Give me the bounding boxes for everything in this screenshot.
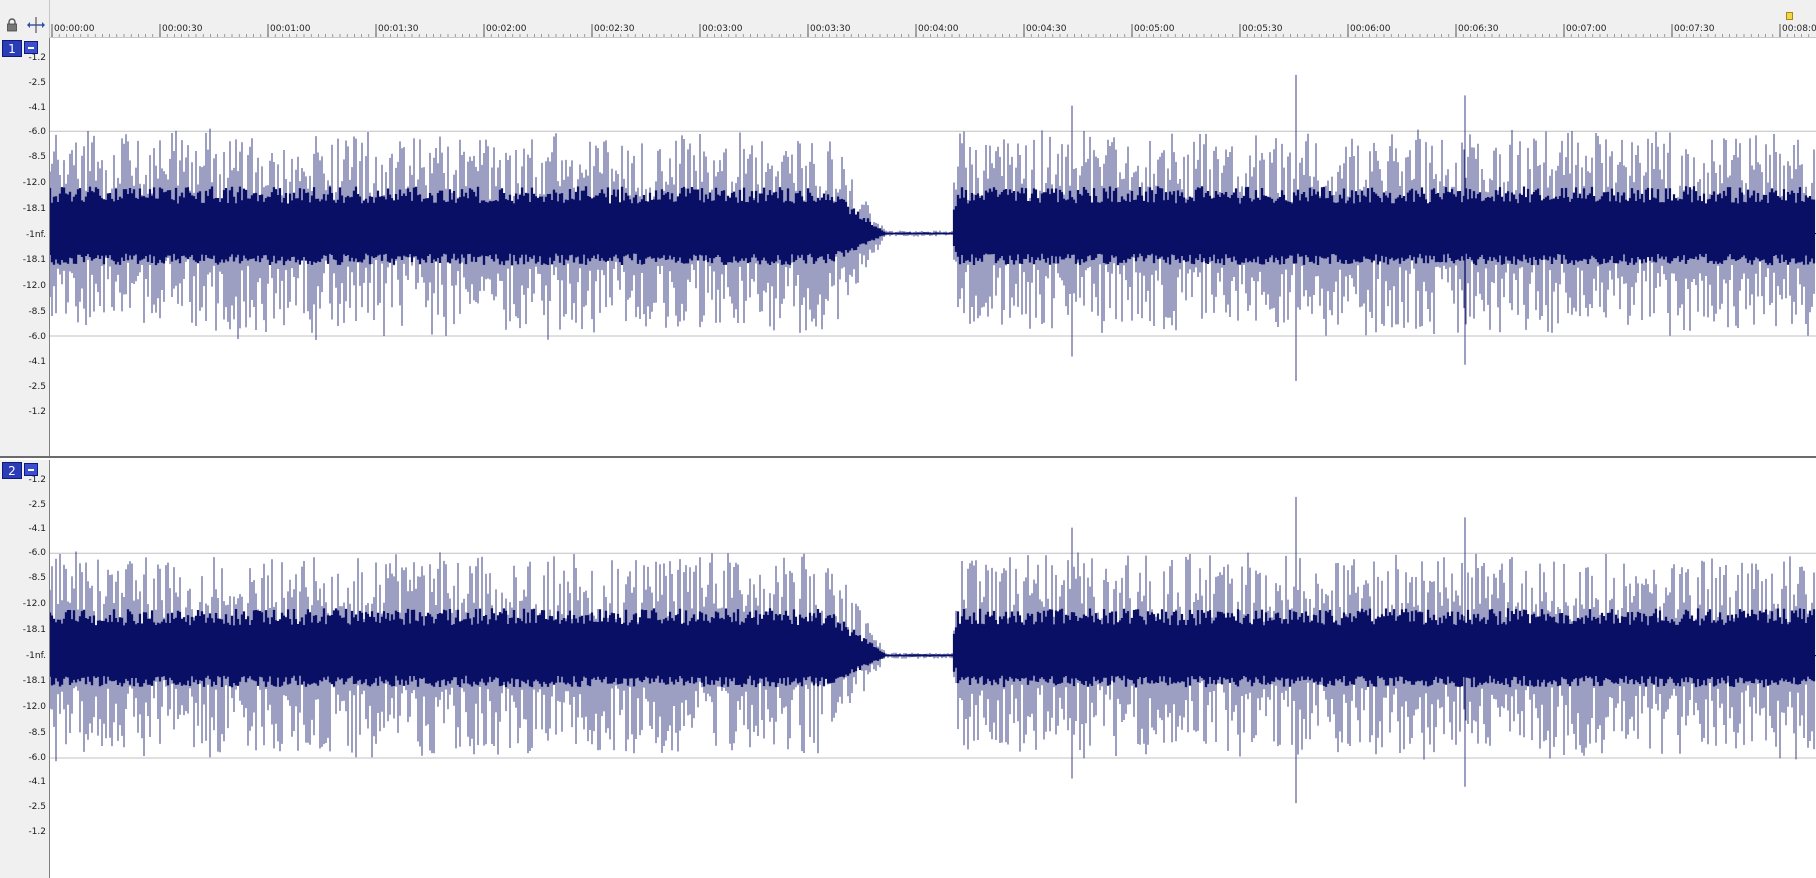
db-scale-label: -12.0 bbox=[22, 177, 46, 188]
channel-2-waveform bbox=[50, 496, 1816, 804]
ruler-time-label: 00:03:30 bbox=[810, 24, 851, 34]
db-scale-label: -2.5 bbox=[28, 78, 46, 89]
db-scale-label: -8.5 bbox=[28, 573, 46, 584]
db-scale-label: -6.0 bbox=[28, 126, 46, 137]
ruler-time-label: 00:04:30 bbox=[1026, 24, 1067, 34]
ruler-time-label: 00:05:30 bbox=[1242, 24, 1283, 34]
lock-icon[interactable] bbox=[6, 18, 18, 32]
db-scale-label: -18.1 bbox=[22, 255, 46, 266]
ruler-time-label: 00:00:30 bbox=[162, 24, 203, 34]
channel-2: 2 -1.2 -2.5 -4.1 -6.0 -8.5 -12.0 -18.1 -1nf. -18… bbox=[0, 460, 1816, 878]
db-scale-label: -12.0 bbox=[22, 599, 46, 610]
ruler-time-label: 00:04:00 bbox=[918, 24, 959, 34]
ruler-time-label: 00:07:00 bbox=[1566, 24, 1607, 34]
channel-2-gutter: 2 -1.2 -2.5 -4.1 -6.0 -8.5 -12.0 -18.1 -1nf. -18… bbox=[0, 460, 50, 878]
db-scale-label: -6.0 bbox=[28, 332, 46, 343]
db-scale-label: -8.5 bbox=[28, 727, 46, 738]
snap-to-grid-icon[interactable] bbox=[26, 15, 46, 35]
db-scale-label: -12.0 bbox=[22, 702, 46, 713]
timeline-ruler[interactable]: 00:00:00 00:00:30 00:01:00 00:01:30 00:02:00… bbox=[0, 0, 1816, 38]
channel-2-waveform-area[interactable] bbox=[50, 460, 1816, 878]
db-scale-label: -1.2 bbox=[28, 827, 46, 838]
ruler-time-label: 00:02:00 bbox=[486, 24, 527, 34]
db-scale-label: -8.5 bbox=[28, 151, 46, 162]
channel-1-gutter: 1 -1.2 -2.5 -4.1 -6.0 -8.5 -12.0 -18.1 -1nf. -18… bbox=[0, 38, 50, 456]
db-scale-label: -1.2 bbox=[28, 406, 46, 417]
db-scale-label: -4.1 bbox=[28, 777, 46, 788]
ruler-time-label: 00:01:30 bbox=[378, 24, 419, 34]
db-scale-label: -18.1 bbox=[22, 203, 46, 214]
db-scale-label: -4.1 bbox=[28, 524, 46, 535]
ruler-time-label: 00:01:00 bbox=[270, 24, 311, 34]
ruler-time-label: 00:06:30 bbox=[1458, 24, 1499, 34]
ruler-time-label: 00:03:00 bbox=[702, 24, 743, 34]
ruler-time-label: 00:02:30 bbox=[594, 24, 635, 34]
db-scale-label: -1nf. bbox=[25, 650, 46, 661]
db-scale-label: -6.0 bbox=[28, 548, 46, 559]
db-scale-label: -4.1 bbox=[28, 102, 46, 113]
db-scale-label: -2.5 bbox=[28, 801, 46, 812]
db-scale-label: -18.1 bbox=[22, 676, 46, 687]
waveform-body bbox=[50, 608, 1816, 688]
db-scale-label: -8.5 bbox=[28, 306, 46, 317]
ruler-time-label: 00:05:00 bbox=[1134, 24, 1175, 34]
waveform-body bbox=[50, 186, 1816, 266]
ruler-time-label: 00:06:00 bbox=[1350, 24, 1391, 34]
db-scale-label: -12.0 bbox=[22, 281, 46, 292]
db-scale-label: -4.1 bbox=[28, 356, 46, 367]
channel-1-waveform-area[interactable] bbox=[50, 38, 1816, 456]
ruler-corner bbox=[0, 0, 50, 38]
loop-end-marker[interactable] bbox=[1786, 12, 1793, 20]
db-scale-label: -18.1 bbox=[22, 625, 46, 636]
ruler-scale[interactable]: 00:00:00 00:00:30 00:01:00 00:01:30 00:02:00… bbox=[50, 0, 1816, 38]
channel-1-waveform bbox=[50, 74, 1816, 382]
db-scale-label: -1.2 bbox=[28, 475, 46, 486]
db-scale-label: -1.2 bbox=[28, 53, 46, 64]
db-scale-label: -1nf. bbox=[25, 229, 46, 240]
ruler-time-label: 00:08:00 bbox=[1782, 24, 1816, 34]
db-scale-label: -6.0 bbox=[28, 753, 46, 764]
ruler-time-label: 00:00:00 bbox=[54, 24, 95, 34]
channel-1: 1 -1.2 -2.5 -4.1 -6.0 -8.5 -12.0 -18.1 -1nf. -18… bbox=[0, 38, 1816, 458]
channel-1-collapse-minus-icon[interactable] bbox=[24, 41, 38, 54]
ruler-time-label: 00:07:30 bbox=[1674, 24, 1715, 34]
db-scale-label: -2.5 bbox=[28, 500, 46, 511]
channel-2-collapse-minus-icon[interactable] bbox=[24, 463, 38, 476]
db-scale-label: -2.5 bbox=[28, 381, 46, 392]
audio-editor-waveform-view: 00:00:00 00:00:30 00:01:00 00:01:30 00:02:00… bbox=[0, 0, 1816, 878]
